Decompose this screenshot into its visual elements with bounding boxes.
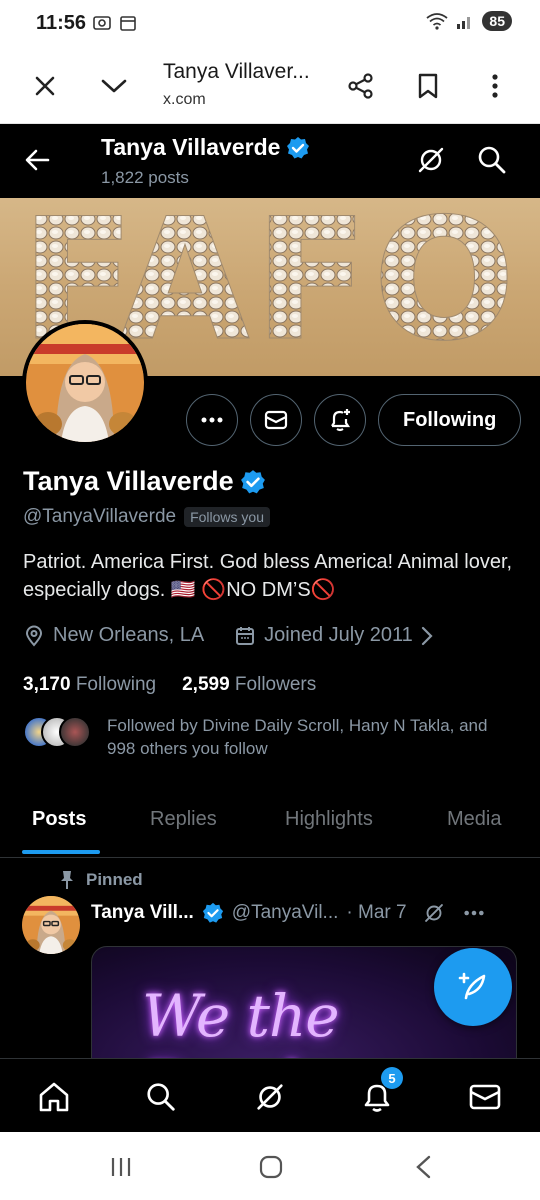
profile-actions: Following [186, 394, 522, 446]
more-vertical-icon [492, 74, 498, 98]
avatar-image [26, 324, 144, 442]
minimize-tab-button[interactable] [92, 64, 136, 108]
profile-page: Tanya Villaverde 1,822 posts FAFO Follow… [0, 124, 540, 1132]
status-time: 11:56 [36, 12, 87, 34]
profile-top-bar: Tanya Villaverde 1,822 posts [0, 124, 540, 198]
followers-count-link[interactable]: 2,599 Followers [182, 674, 316, 696]
chevron-down-icon [101, 79, 127, 93]
arrow-left-icon [25, 149, 50, 171]
grok-icon [418, 147, 444, 173]
signal-icon [457, 17, 471, 29]
recent-apps-button[interactable] [106, 1152, 136, 1182]
profile-name: Tanya Villaverde [23, 466, 234, 496]
profile-handle: @TanyaVillaverde [23, 506, 177, 527]
profile-avatar[interactable] [22, 320, 148, 446]
chevron-right-icon [421, 626, 433, 645]
header-name: Tanya Villaverde [101, 134, 281, 160]
compose-button[interactable] [434, 948, 512, 1026]
tab-replies[interactable]: Replies [150, 808, 217, 831]
message-button[interactable] [250, 394, 302, 446]
verified-badge-icon [287, 136, 310, 158]
close-tab-button[interactable] [23, 64, 67, 108]
pin-icon [61, 871, 73, 889]
post-header: Tanya Vill... @TanyaVil... · Mar 7 [91, 900, 531, 926]
calendar-icon [236, 626, 255, 645]
avatar-image [22, 896, 80, 954]
bottom-nav: 5 [0, 1058, 540, 1132]
profile-bio: Patriot. America First. God bless Americ… [23, 551, 513, 601]
home-icon [39, 1082, 69, 1112]
envelope-icon [469, 1084, 501, 1110]
following-count-link[interactable]: 3,170 Following [23, 674, 156, 696]
profile-meta: New Orleans, LA Joined July 2011 [23, 624, 433, 647]
more-horizontal-icon[interactable] [463, 909, 485, 917]
nav-home[interactable] [34, 1077, 74, 1117]
verified-badge-icon [202, 902, 223, 923]
back-chevron-icon [416, 1155, 431, 1179]
pinned-label: Pinned [60, 870, 143, 890]
post-avatar[interactable] [22, 896, 80, 954]
followed-by[interactable]: Followed by Divine Daily Scroll, Hany N … [23, 714, 523, 762]
location-icon [25, 625, 43, 647]
recent-apps-icon [111, 1158, 131, 1176]
search-button[interactable] [474, 142, 510, 178]
compose-feather-icon [458, 972, 486, 1000]
tab-posts[interactable]: Posts [32, 808, 86, 831]
more-horizontal-icon [201, 417, 223, 423]
followed-by-avatars [23, 716, 93, 748]
notification-badge: 5 [381, 1067, 403, 1089]
notifications-subscribe-button[interactable] [314, 394, 366, 446]
bookmark-button[interactable] [406, 64, 450, 108]
search-icon [478, 146, 506, 174]
followed-by-text: Followed by Divine Daily Scroll, Hany N … [107, 716, 488, 758]
nav-search[interactable] [141, 1077, 181, 1117]
tab-url[interactable]: x.com [163, 91, 206, 109]
tab-highlights[interactable]: Highlights [285, 808, 373, 831]
status-bar: 11:56 85 [0, 0, 540, 46]
post-author-name[interactable]: Tanya Vill... [91, 902, 194, 924]
close-icon [35, 76, 55, 96]
avatar [59, 716, 91, 748]
bookmark-icon [418, 73, 438, 99]
battery-indicator: 85 [482, 11, 512, 31]
search-icon [147, 1083, 175, 1111]
tab-title[interactable]: Tanya Villaver... [163, 60, 310, 84]
envelope-icon [264, 410, 288, 430]
follows-you-badge: Follows you [184, 507, 270, 527]
share-button[interactable] [339, 64, 383, 108]
following-button[interactable]: Following [378, 394, 522, 446]
back-button[interactable] [20, 142, 56, 178]
profile-joined[interactable]: Joined July 2011 [264, 624, 413, 647]
active-tab-indicator [22, 850, 100, 854]
back-system-button[interactable] [408, 1152, 438, 1182]
nav-grok[interactable] [250, 1077, 290, 1117]
wifi-icon [426, 13, 448, 30]
more-options-button[interactable] [186, 394, 238, 446]
more-menu-button[interactable] [473, 64, 517, 108]
screenshot-icon [93, 16, 111, 30]
grok-button[interactable] [413, 142, 449, 178]
grok-icon [257, 1084, 283, 1110]
share-icon [348, 73, 373, 99]
system-nav-bar [0, 1132, 540, 1200]
home-circle-icon [259, 1155, 283, 1179]
home-system-button[interactable] [256, 1152, 286, 1182]
header-post-count: 1,822 posts [101, 168, 189, 187]
nav-messages[interactable] [465, 1077, 505, 1117]
grok-icon[interactable] [421, 900, 447, 926]
profile-tabs: Posts Replies Highlights Media [0, 788, 540, 858]
follow-counts: 3,170 Following 2,599 Followers [23, 674, 316, 696]
browser-toolbar: Tanya Villaver... x.com [0, 46, 540, 124]
verified-badge-icon [240, 469, 265, 493]
post-date[interactable]: · Mar 7 [346, 902, 406, 924]
bell-plus-icon [331, 409, 351, 432]
tab-media[interactable]: Media [447, 808, 501, 831]
calendar-icon [120, 16, 136, 31]
post-author-handle[interactable]: @TanyaVil... [232, 902, 339, 924]
profile-location: New Orleans, LA [53, 624, 205, 646]
